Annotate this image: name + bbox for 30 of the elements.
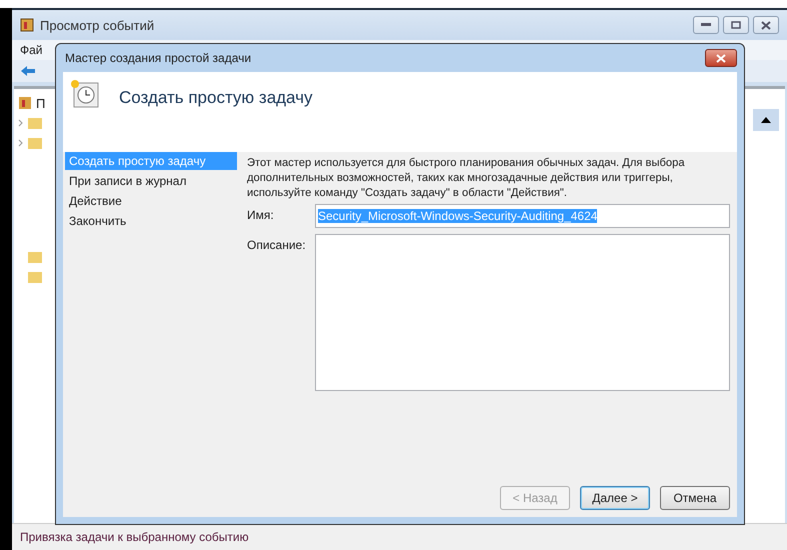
menu-item[interactable]: Фай [20,43,42,57]
status-bar: Привязка задачи к выбранному событию [12,523,787,550]
wizard-step[interactable]: Закончить [65,212,237,230]
field-label: Имя: [247,207,275,224]
window-title: Просмотр событий [40,18,156,32]
collapse-arrow-icon[interactable] [761,117,771,123]
field-label: Описание: [247,237,307,254]
wizard-description: Этот мастер используется для быстрого планирования обычных задач. Для выбора дополнительных возможностей, таких как многозадачные действия или триггеры, используйте команду "Создать задачу" в области "Действия". [247,156,686,201]
event-viewer-icon [20,18,34,32]
tree-item[interactable]: П [36,96,46,110]
description-field[interactable] [315,234,730,391]
minimize-icon [701,23,711,27]
wizard-button[interactable]: Далее > [580,486,650,510]
wizard-button[interactable]: Отмена [660,486,730,510]
maximize-button[interactable] [723,16,749,34]
maximize-icon [731,21,741,29]
close-icon [761,20,771,30]
wizard-step[interactable]: При записи в журнал [65,172,237,190]
wizard-step[interactable]: Действие [65,192,237,210]
back-arrow-icon[interactable] [20,65,36,77]
wizard-heading: Создать простую задачу [119,88,312,108]
close-button[interactable] [753,16,779,34]
clock-icon [69,78,99,108]
close-button[interactable] [705,49,737,67]
dialog-title: Мастер создания простой задачи [64,51,252,65]
folder-icon[interactable] [18,116,44,130]
event-viewer-icon [18,96,32,110]
minimize-button[interactable] [693,16,719,34]
folder-icon[interactable] [18,136,44,150]
close-icon [716,54,726,62]
